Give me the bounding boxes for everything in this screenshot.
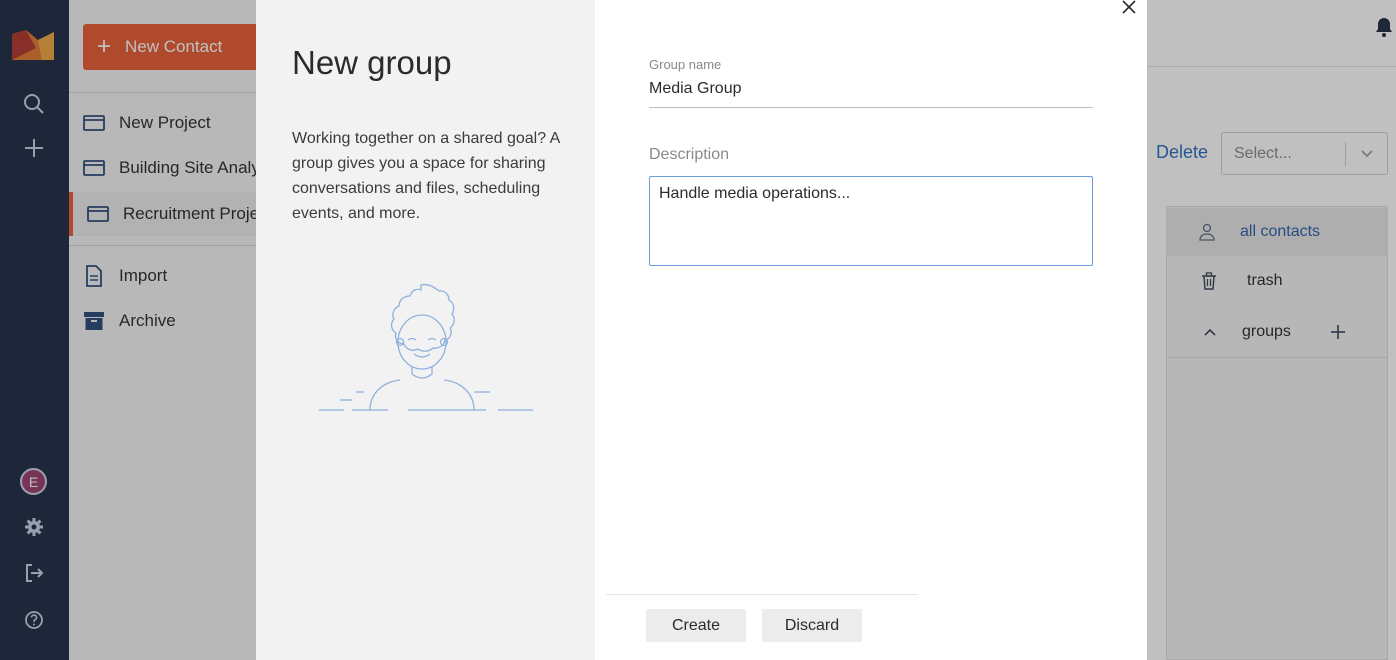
- group-name-input[interactable]: Media Group: [649, 80, 742, 98]
- group-name-underline: [649, 107, 1093, 108]
- modal-title: New group: [292, 44, 452, 81]
- description-textarea[interactable]: Handle media operations...: [649, 176, 1093, 266]
- discard-button[interactable]: Discard: [762, 609, 862, 642]
- description-label: Description: [649, 146, 730, 163]
- close-icon[interactable]: [1120, 0, 1138, 16]
- group-illustration: [319, 283, 533, 411]
- modal-footer-divider: [606, 594, 918, 595]
- create-button[interactable]: Create: [646, 609, 746, 642]
- group-name-label: Group name: [649, 57, 722, 72]
- modal-description: Working together on a shared goal? A gro…: [292, 130, 560, 222]
- modal-form-panel: [595, 0, 1147, 660]
